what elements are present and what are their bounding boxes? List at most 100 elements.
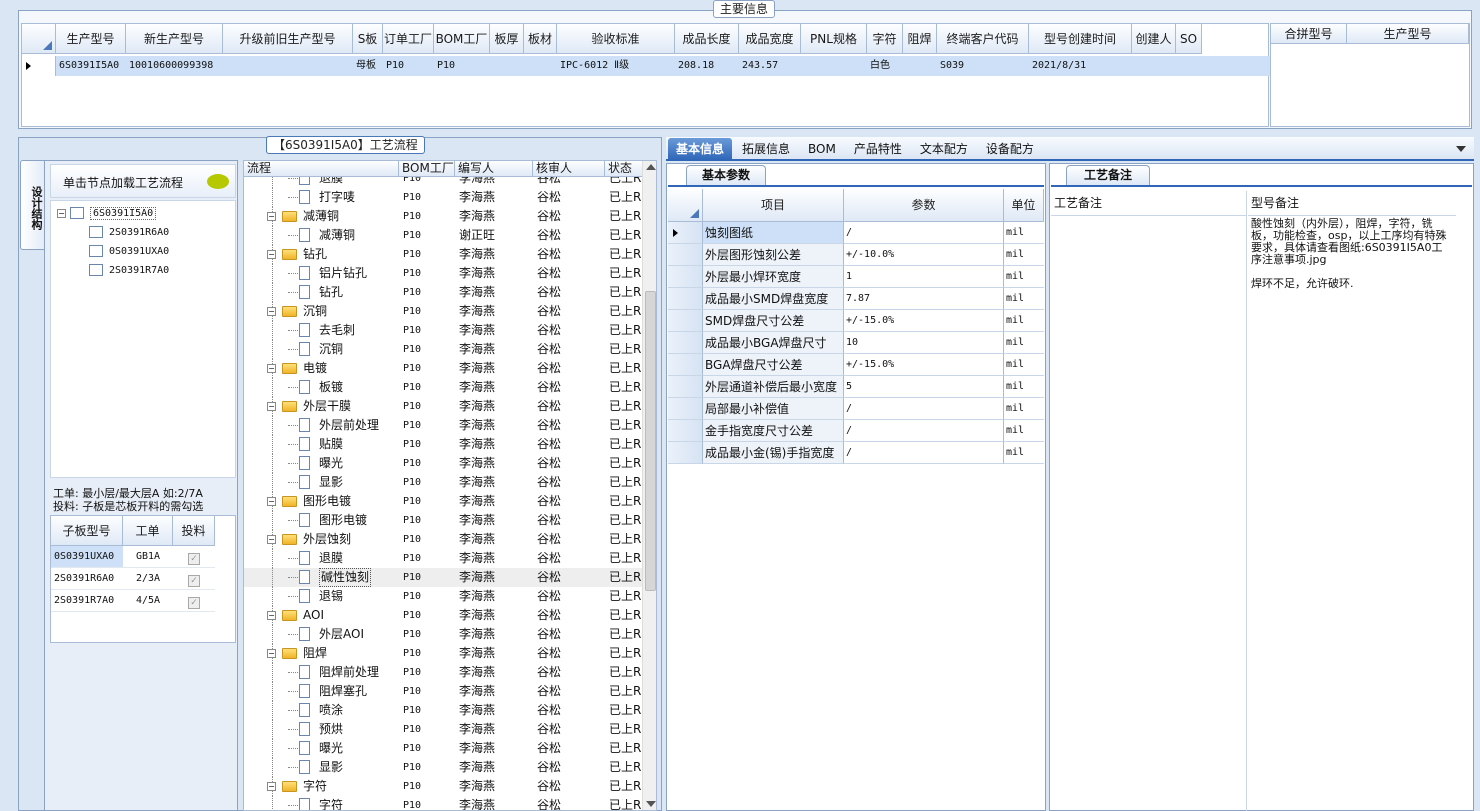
- sub-col-header[interactable]: 子板型号: [51, 516, 123, 546]
- tab-0[interactable]: 基本信息: [668, 138, 733, 160]
- param-value[interactable]: 10: [844, 332, 1004, 354]
- main-cell[interactable]: 2021/8/31: [1029, 56, 1132, 76]
- sub-board-order[interactable]: 4/5A: [123, 590, 173, 612]
- param-value[interactable]: 5: [844, 376, 1004, 398]
- process-row[interactable]: 字符 P10 李海燕 谷松 已上R: [244, 796, 644, 810]
- tab-4[interactable]: 文本配方: [912, 138, 976, 160]
- process-row[interactable]: 预烘 P10 李海燕 谷松 已上R: [244, 720, 644, 739]
- process-row[interactable]: 碱性蚀刻 P10 李海燕 谷松 已上R: [244, 568, 644, 587]
- process-name-cell[interactable]: − 外层蚀刻: [244, 530, 399, 549]
- process-name-cell[interactable]: 板镀: [244, 378, 399, 397]
- tree-node-root[interactable]: −6S0391I5A0: [57, 203, 157, 222]
- process-col-header[interactable]: 编写人: [455, 161, 533, 177]
- process-name-cell[interactable]: − 字符: [244, 777, 399, 796]
- process-row[interactable]: 阻焊前处理 P10 李海燕 谷松 已上R: [244, 663, 644, 682]
- process-row[interactable]: 沉铜 P10 李海燕 谷松 已上R: [244, 340, 644, 359]
- process-name-cell[interactable]: − 电镀: [244, 359, 399, 378]
- model-remark-text[interactable]: 酸性蚀刻（内外层），阻焊，字符，铣板，功能检查，osp，以上工序均有特殊要求，具…: [1248, 215, 1456, 811]
- process-name-cell[interactable]: 字符: [244, 796, 399, 810]
- sub-board-model[interactable]: 0S0391UXA0: [51, 546, 123, 568]
- sub-board-order[interactable]: GB1A: [123, 546, 173, 568]
- process-row[interactable]: 退膜 P10 李海燕 谷松 已上R: [244, 177, 644, 188]
- process-row[interactable]: 去毛刺 P10 李海燕 谷松 已上R: [244, 321, 644, 340]
- collapse-icon[interactable]: −: [267, 535, 276, 544]
- main-col-header[interactable]: S板: [353, 24, 383, 54]
- process-name-cell[interactable]: 退膜: [244, 549, 399, 568]
- main-col-header[interactable]: 板材: [524, 24, 557, 54]
- main-cell[interactable]: P10: [383, 56, 434, 76]
- process-row[interactable]: 铝片钻孔 P10 李海燕 谷松 已上R: [244, 264, 644, 283]
- sub-board-model[interactable]: 2S0391R7A0: [51, 590, 123, 612]
- param-col-header[interactable]: 单位: [1004, 189, 1044, 222]
- process-row[interactable]: − 外层干膜 P10 李海燕 谷松 已上R: [244, 397, 644, 416]
- scroll-up-icon[interactable]: [646, 164, 656, 170]
- main-col-header[interactable]: 新生产型号: [126, 24, 223, 54]
- process-name-cell[interactable]: 贴膜: [244, 435, 399, 454]
- merge-col-header[interactable]: 合拼型号: [1271, 24, 1347, 44]
- sub-tab-basic-params[interactable]: 基本参数: [686, 165, 766, 185]
- process-name-cell[interactable]: − AOI: [244, 606, 399, 625]
- process-row[interactable]: − 电镀 P10 李海燕 谷松 已上R: [244, 359, 644, 378]
- process-row[interactable]: − 钻孔 P10 李海燕 谷松 已上R: [244, 245, 644, 264]
- param-value[interactable]: +/-10.0%: [844, 244, 1004, 266]
- merge-col-header[interactable]: 生产型号: [1347, 24, 1469, 44]
- main-cell[interactable]: IPC-6012 Ⅱ级: [557, 56, 675, 76]
- param-value[interactable]: /: [844, 398, 1004, 420]
- tab-5[interactable]: 设备配方: [978, 138, 1042, 160]
- process-name-cell[interactable]: 外层前处理: [244, 416, 399, 435]
- process-row[interactable]: − 外层蚀刻 P10 李海燕 谷松 已上R: [244, 530, 644, 549]
- main-col-header[interactable]: SO: [1176, 24, 1202, 54]
- process-name-cell[interactable]: 阻焊塞孔: [244, 682, 399, 701]
- process-name-cell[interactable]: − 图形电镀: [244, 492, 399, 511]
- process-name-cell[interactable]: 预烘: [244, 720, 399, 739]
- process-scrollbar[interactable]: [642, 161, 656, 810]
- process-row[interactable]: 显影 P10 李海燕 谷松 已上R: [244, 473, 644, 492]
- main-cell[interactable]: 6S0391I5A0: [56, 56, 126, 76]
- process-name-cell[interactable]: − 沉铜: [244, 302, 399, 321]
- collapse-icon[interactable]: −: [267, 497, 276, 506]
- process-name-cell[interactable]: 钻孔: [244, 283, 399, 302]
- process-row[interactable]: 图形电镀 P10 李海燕 谷松 已上R: [244, 511, 644, 530]
- process-col-header[interactable]: 流程: [244, 161, 399, 177]
- process-name-cell[interactable]: 减薄铜: [244, 226, 399, 245]
- process-name-cell[interactable]: 打字唛: [244, 188, 399, 207]
- process-name-cell[interactable]: 退锡: [244, 587, 399, 606]
- sub-col-header[interactable]: 工单: [123, 516, 173, 546]
- tab-1[interactable]: 拓展信息: [734, 138, 798, 160]
- main-col-header[interactable]: 板厚: [490, 24, 524, 54]
- main-cell[interactable]: [490, 56, 524, 76]
- process-name-cell[interactable]: 外层AOI: [244, 625, 399, 644]
- collapse-icon[interactable]: −: [267, 611, 276, 620]
- param-value[interactable]: /: [844, 420, 1004, 442]
- main-cell[interactable]: 白色: [867, 56, 903, 76]
- main-cell[interactable]: 243.57: [739, 56, 801, 76]
- process-row[interactable]: 钻孔 P10 李海燕 谷松 已上R: [244, 283, 644, 302]
- main-cell[interactable]: P10: [434, 56, 490, 76]
- process-name-cell[interactable]: − 减薄铜: [244, 207, 399, 226]
- tab-3[interactable]: 产品特性: [846, 138, 910, 160]
- process-name-cell[interactable]: 退膜: [244, 177, 399, 188]
- process-row[interactable]: 退膜 P10 李海燕 谷松 已上R: [244, 549, 644, 568]
- process-row[interactable]: 显影 P10 李海燕 谷松 已上R: [244, 758, 644, 777]
- main-cell[interactable]: [801, 56, 867, 76]
- param-value[interactable]: /: [844, 222, 1004, 244]
- sub-col-header[interactable]: 投料: [173, 516, 215, 546]
- scroll-thumb[interactable]: [645, 291, 656, 591]
- process-row[interactable]: 板镀 P10 李海燕 谷松 已上R: [244, 378, 644, 397]
- main-cell[interactable]: [1176, 56, 1202, 76]
- process-row[interactable]: − 图形电镀 P10 李海燕 谷松 已上R: [244, 492, 644, 511]
- main-cell[interactable]: [524, 56, 557, 76]
- sub-board-model[interactable]: 2S0391R6A0: [51, 568, 123, 590]
- process-name-cell[interactable]: 曝光: [244, 739, 399, 758]
- tab-dropdown-icon[interactable]: [1456, 146, 1466, 152]
- process-row[interactable]: 退锡 P10 李海燕 谷松 已上R: [244, 587, 644, 606]
- process-row[interactable]: 减薄铜 P10 谢正旺 谷松 已上R: [244, 226, 644, 245]
- main-col-header[interactable]: BOM工厂: [434, 24, 490, 54]
- process-col-header[interactable]: BOM工厂: [399, 161, 455, 177]
- param-col-header[interactable]: 参数: [844, 189, 1004, 222]
- collapse-icon[interactable]: −: [267, 402, 276, 411]
- collapse-icon[interactable]: −: [267, 782, 276, 791]
- tab-process-remark[interactable]: 工艺备注: [1066, 165, 1150, 185]
- process-name-cell[interactable]: 图形电镀: [244, 511, 399, 530]
- main-col-header[interactable]: 型号创建时间: [1029, 24, 1132, 54]
